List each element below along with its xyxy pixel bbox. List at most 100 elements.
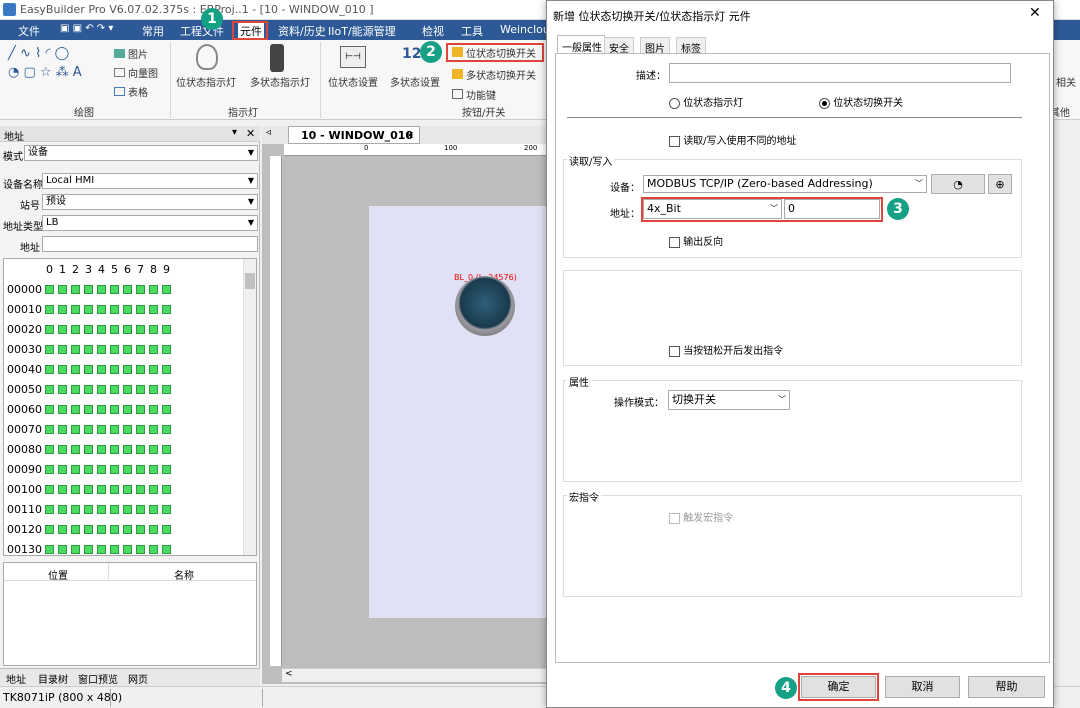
bit-lamp-button[interactable]: 位状态指示灯 [176, 74, 236, 89]
bit-cell[interactable] [110, 485, 119, 494]
bit-cell[interactable] [136, 325, 145, 334]
bit-cell[interactable] [136, 505, 145, 514]
bit-cell[interactable] [149, 445, 158, 454]
bit-cell[interactable] [162, 345, 171, 354]
bit-cell[interactable] [71, 345, 80, 354]
bit-cell[interactable] [45, 305, 54, 314]
bit-cell[interactable] [84, 305, 93, 314]
bit-cell[interactable] [97, 365, 106, 374]
tab-general[interactable]: 一般属性 [557, 35, 605, 54]
bit-cell[interactable] [162, 425, 171, 434]
rw-different-checkbox[interactable]: 读取/写入使用不同的地址 [669, 132, 797, 147]
bit-cell[interactable] [123, 465, 132, 474]
bit-cell[interactable] [149, 305, 158, 314]
bit-cell[interactable] [45, 325, 54, 334]
bit-cell[interactable] [58, 385, 67, 394]
bit-cell[interactable] [149, 485, 158, 494]
bit-cell[interactable] [136, 465, 145, 474]
bit-cell[interactable] [110, 345, 119, 354]
scrollbar[interactable] [243, 259, 256, 555]
bit-cell[interactable] [97, 545, 106, 554]
bit-cell[interactable] [149, 345, 158, 354]
bit-cell[interactable] [97, 405, 106, 414]
device-settings-button[interactable]: ◔ [931, 174, 985, 194]
bit-cell[interactable] [97, 345, 106, 354]
bit-cell[interactable] [162, 305, 171, 314]
menu-weincloud[interactable]: Weinclou [500, 23, 550, 36]
send-on-release-checkbox[interactable]: 当按钮松开后发出指令 [669, 342, 783, 357]
bit-cell[interactable] [58, 345, 67, 354]
bit-cell[interactable] [123, 365, 132, 374]
menu-data-history[interactable]: 资料/历史 [278, 23, 326, 39]
column-header-position[interactable]: 位置 [48, 567, 68, 582]
device-select[interactable]: Local HMI ▼ [42, 173, 258, 189]
checkbox[interactable] [669, 135, 680, 147]
bit-cell[interactable] [136, 405, 145, 414]
bit-cell[interactable] [149, 545, 158, 554]
bit-cell[interactable] [110, 465, 119, 474]
close-icon[interactable]: ✕ [246, 127, 255, 140]
column-header-name[interactable]: 名称 [174, 567, 194, 582]
hmi-window[interactable] [369, 206, 552, 618]
bit-cell[interactable] [71, 545, 80, 554]
bit-cell[interactable] [58, 425, 67, 434]
bit-cell[interactable] [45, 285, 54, 294]
bit-cell[interactable] [58, 305, 67, 314]
bit-cell[interactable] [136, 485, 145, 494]
bit-cell[interactable] [71, 485, 80, 494]
ribbon-right-label[interactable]: 相关 [1056, 74, 1076, 89]
bit-cell[interactable] [58, 545, 67, 554]
bit-cell[interactable] [123, 285, 132, 294]
bit-cell[interactable] [97, 385, 106, 394]
address-input[interactable] [42, 236, 258, 252]
bit-cell[interactable] [58, 325, 67, 334]
bit-cell[interactable] [136, 305, 145, 314]
bit-cell[interactable] [149, 465, 158, 474]
menu-tools[interactable]: 工具 [461, 23, 483, 39]
bit-cell[interactable] [45, 525, 54, 534]
bit-cell[interactable] [149, 405, 158, 414]
horizontal-scrollbar[interactable]: < [282, 668, 552, 682]
bit-cell[interactable] [71, 505, 80, 514]
bit-cell[interactable] [84, 405, 93, 414]
bit-cell[interactable] [97, 485, 106, 494]
radio-button[interactable] [669, 97, 680, 109]
bit-cell[interactable] [71, 445, 80, 454]
bit-cell[interactable] [123, 545, 132, 554]
bit-cell[interactable] [71, 525, 80, 534]
bit-cell[interactable] [84, 465, 93, 474]
bit-cell[interactable] [110, 405, 119, 414]
bit-cell[interactable] [123, 485, 132, 494]
bit-cell[interactable] [136, 365, 145, 374]
bit-cell[interactable] [58, 405, 67, 414]
panel-menu-icon[interactable]: ▾ [232, 127, 237, 138]
shape-tools[interactable]: ╱ ∿ ⌇ ◜ ◯ [8, 46, 69, 61]
bit-cell[interactable] [58, 465, 67, 474]
close-icon[interactable]: ✕ [405, 129, 414, 142]
bit-cell[interactable] [136, 445, 145, 454]
bit-cell[interactable] [45, 425, 54, 434]
bit-cell[interactable] [97, 445, 106, 454]
bit-cell[interactable] [162, 525, 171, 534]
device-select[interactable]: MODBUS TCP/IP (Zero-based Addressing) ﹀ [643, 175, 927, 193]
bit-cell[interactable] [123, 325, 132, 334]
bit-cell[interactable] [149, 285, 158, 294]
bit-cell[interactable] [71, 305, 80, 314]
bit-cell[interactable] [97, 425, 106, 434]
bit-cell[interactable] [45, 385, 54, 394]
bit-cell[interactable] [45, 345, 54, 354]
bit-cell[interactable] [162, 365, 171, 374]
bit-cell[interactable] [136, 385, 145, 394]
vector-tool[interactable]: 向量图 [114, 65, 158, 80]
bit-cell[interactable] [136, 285, 145, 294]
bit-cell[interactable] [149, 525, 158, 534]
checkbox[interactable] [669, 236, 680, 248]
bit-cell[interactable] [97, 285, 106, 294]
quick-access-toolbar[interactable]: ▣ ▣ ↶ ↷ ▾ [60, 23, 113, 34]
table-tool[interactable]: 表格 [114, 84, 148, 99]
bit-cell[interactable] [110, 365, 119, 374]
radio-button-selected[interactable] [819, 97, 830, 109]
bit-cell[interactable] [136, 525, 145, 534]
bit-cell[interactable] [58, 525, 67, 534]
bit-cell[interactable] [110, 445, 119, 454]
